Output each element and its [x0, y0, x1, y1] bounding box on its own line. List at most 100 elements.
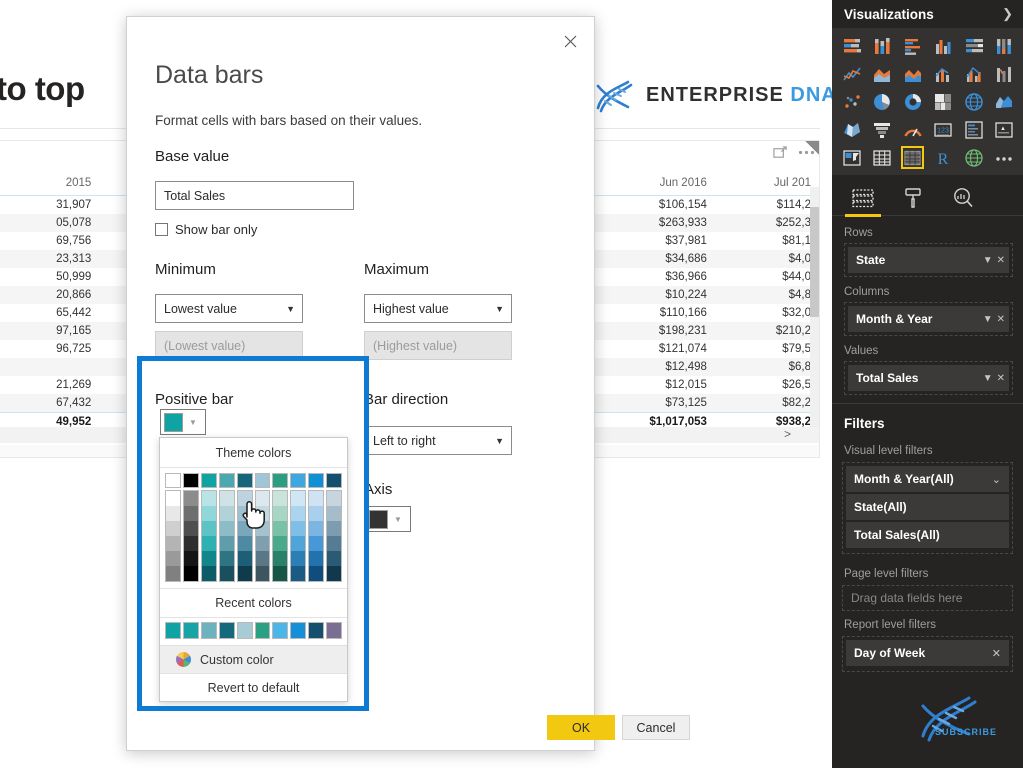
- theme-color-swatch[interactable]: [255, 521, 270, 536]
- theme-color-swatch[interactable]: [273, 491, 288, 506]
- theme-color-swatch[interactable]: [291, 536, 306, 551]
- recent-color-swatch[interactable]: [272, 622, 289, 639]
- clustered-column-chart-icon[interactable]: [932, 34, 955, 57]
- chevron-down-icon[interactable]: ▼: [983, 373, 993, 384]
- analytics-tab[interactable]: [948, 183, 978, 213]
- theme-color-swatch[interactable]: [237, 551, 252, 566]
- theme-color-swatch[interactable]: [219, 566, 234, 581]
- minimum-select[interactable]: Lowest value ▼: [155, 294, 303, 323]
- theme-color-swatch[interactable]: [291, 551, 306, 566]
- show-bar-only-row[interactable]: Show bar only: [155, 222, 257, 237]
- field-pill[interactable]: Month & Year ▼ ✕: [848, 306, 1009, 332]
- scatter-chart-icon[interactable]: [840, 90, 863, 113]
- recent-color-swatch[interactable]: [200, 622, 217, 639]
- theme-color-swatch[interactable]: [290, 473, 307, 488]
- positive-bar-color-swatch-button[interactable]: ▼: [160, 409, 206, 435]
- theme-color-ramp[interactable]: [218, 490, 235, 582]
- recent-color-swatch[interactable]: [326, 622, 343, 639]
- remove-field-icon[interactable]: ✕: [997, 255, 1005, 266]
- pie-chart-icon[interactable]: [871, 90, 894, 113]
- theme-color-swatch[interactable]: [237, 536, 252, 551]
- gauge-icon[interactable]: [901, 118, 924, 141]
- theme-color-swatch[interactable]: [201, 566, 216, 581]
- theme-color-swatch[interactable]: [166, 551, 180, 566]
- theme-color-swatch[interactable]: [166, 521, 180, 536]
- theme-color-swatch[interactable]: [201, 536, 216, 551]
- field-pill[interactable]: State ▼ ✕: [848, 247, 1009, 273]
- field-well-slot[interactable]: State ▼ ✕: [844, 243, 1013, 277]
- theme-color-swatch[interactable]: [309, 536, 324, 551]
- ribbon-chart-icon[interactable]: [993, 62, 1016, 85]
- stacked-column-chart-icon[interactable]: [871, 34, 894, 57]
- fields-tab[interactable]: [845, 183, 881, 217]
- funnel-icon[interactable]: [871, 118, 894, 141]
- field-pill[interactable]: Total Sales ▼ ✕: [848, 365, 1009, 391]
- recent-color-swatch[interactable]: [308, 622, 325, 639]
- remove-field-icon[interactable]: ✕: [997, 373, 1005, 384]
- theme-color-swatch[interactable]: [237, 506, 252, 521]
- recent-color-swatch[interactable]: [218, 622, 235, 639]
- theme-color-swatch[interactable]: [165, 473, 181, 488]
- theme-color-swatch[interactable]: [273, 536, 288, 551]
- kpi-icon[interactable]: ▲: [993, 118, 1016, 141]
- multi-row-card-icon[interactable]: [962, 118, 985, 141]
- recent-color-swatch[interactable]: [290, 622, 307, 639]
- minimum-input[interactable]: (Lowest value): [155, 331, 303, 360]
- theme-color-swatch[interactable]: [236, 473, 253, 488]
- theme-color-swatch[interactable]: [255, 566, 270, 581]
- theme-color-swatch[interactable]: [309, 551, 324, 566]
- theme-color-swatch[interactable]: [166, 536, 180, 551]
- theme-color-swatch[interactable]: [166, 566, 180, 581]
- donut-chart-icon[interactable]: [901, 90, 924, 113]
- remove-field-icon[interactable]: ✕: [997, 314, 1005, 325]
- recent-color-swatch[interactable]: [254, 622, 271, 639]
- theme-color-swatch[interactable]: [291, 491, 306, 506]
- recent-color-swatch[interactable]: [165, 622, 181, 639]
- field-well-slot[interactable]: Total Sales ▼ ✕: [844, 361, 1013, 395]
- visualization-icon-grid[interactable]: 123 ▲ R: [840, 34, 1019, 169]
- filter-card[interactable]: Day of Week ✕: [846, 640, 1009, 666]
- theme-color-swatch[interactable]: [255, 491, 270, 506]
- theme-color-swatch[interactable]: [182, 473, 199, 488]
- theme-color-swatch[interactable]: [219, 491, 234, 506]
- axis-color-swatch-button[interactable]: ▼: [365, 506, 411, 532]
- theme-color-swatch[interactable]: [273, 566, 288, 581]
- theme-color-ramp[interactable]: [290, 490, 307, 582]
- remove-filter-icon[interactable]: ✕: [992, 647, 1001, 660]
- theme-color-swatch[interactable]: [327, 566, 342, 581]
- map-icon[interactable]: [962, 90, 985, 113]
- close-icon[interactable]: [554, 25, 586, 57]
- custom-color-button[interactable]: Custom color: [160, 645, 347, 673]
- filter-card[interactable]: Total Sales(All): [846, 522, 1009, 548]
- theme-color-swatch[interactable]: [291, 506, 306, 521]
- theme-color-swatch[interactable]: [308, 473, 325, 488]
- recent-color-swatch[interactable]: [182, 622, 199, 639]
- theme-color-ramp[interactable]: [326, 490, 343, 582]
- theme-color-swatch[interactable]: [291, 566, 306, 581]
- theme-color-swatch[interactable]: [166, 491, 180, 506]
- theme-color-swatch[interactable]: [166, 506, 180, 521]
- recent-colors-row[interactable]: [160, 618, 347, 645]
- filled-map-icon[interactable]: [993, 90, 1016, 113]
- theme-color-swatch[interactable]: [272, 473, 289, 488]
- theme-color-swatch[interactable]: [326, 473, 343, 488]
- theme-color-swatch[interactable]: [183, 551, 198, 566]
- theme-color-swatch[interactable]: [237, 566, 252, 581]
- theme-color-swatch[interactable]: [309, 491, 324, 506]
- theme-color-swatch[interactable]: [309, 506, 324, 521]
- theme-color-ramp[interactable]: [236, 490, 253, 582]
- theme-color-ramp[interactable]: [200, 490, 217, 582]
- theme-color-swatch[interactable]: [327, 491, 342, 506]
- theme-color-swatch[interactable]: [327, 506, 342, 521]
- theme-color-ramp[interactable]: [272, 490, 289, 582]
- theme-color-swatch[interactable]: [183, 566, 198, 581]
- theme-color-swatch[interactable]: [255, 506, 270, 521]
- 100-stacked-column-chart-icon[interactable]: [993, 34, 1016, 57]
- base-value-field[interactable]: Total Sales: [155, 181, 354, 210]
- theme-color-ramp[interactable]: [165, 490, 181, 582]
- show-bar-only-checkbox[interactable]: [155, 223, 168, 236]
- theme-color-swatch[interactable]: [327, 536, 342, 551]
- filter-card[interactable]: Month & Year(All) ⌄: [846, 466, 1009, 492]
- theme-color-ramp[interactable]: [182, 490, 199, 582]
- slicer-icon[interactable]: [840, 146, 863, 169]
